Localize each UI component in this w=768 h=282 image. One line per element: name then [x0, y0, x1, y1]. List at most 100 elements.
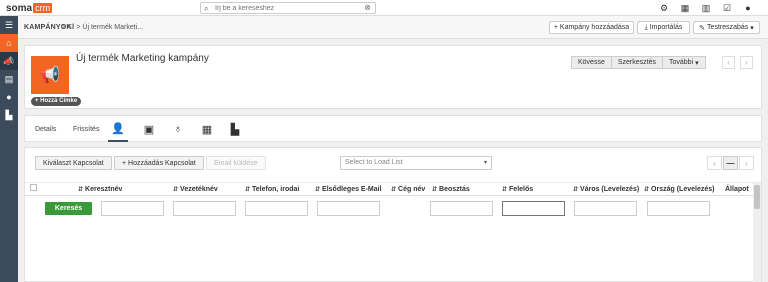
campaign-record-icon: 📢: [31, 56, 69, 94]
tab-opportunities[interactable]: ♁: [168, 116, 188, 142]
edit-button[interactable]: Szerkesztés: [610, 56, 663, 69]
wrench-icon: ✎: [699, 24, 706, 32]
top-icons: ⚙ ▦ ▥ ☑ ●: [658, 2, 754, 14]
chevron-left-icon: ‹: [713, 158, 716, 168]
sidebar-item-companies[interactable]: ▙: [0, 106, 18, 124]
page-prev-button[interactable]: ‹: [707, 156, 722, 170]
column-header[interactable]: ⇵ Telefon, irodai: [245, 186, 299, 193]
chevron-down-icon: ▾: [750, 24, 754, 32]
page-title: Új termék Marketing kampány: [76, 53, 209, 64]
filter-title[interactable]: [430, 201, 493, 216]
calendar-icon[interactable]: ▦: [679, 2, 691, 14]
follow-button[interactable]: Kövesse: [571, 56, 612, 69]
page-next-button[interactable]: ›: [739, 156, 754, 170]
filter-city[interactable]: [574, 201, 637, 216]
money-bag-icon: ♁: [173, 123, 183, 135]
column-header[interactable]: ⇵ Elsődleges E-Mail: [315, 186, 382, 193]
app-logo[interactable]: soma crm: [6, 2, 53, 14]
column-header[interactable]: ⇵ Felelős: [502, 186, 533, 193]
customize-label: Testreszabás: [707, 24, 749, 31]
next-record-button[interactable]: ›: [740, 56, 753, 69]
column-header[interactable]: Állapot: [725, 186, 749, 193]
add-campaign-button[interactable]: + Kampány hozzáadása: [549, 21, 634, 34]
plus-icon: +: [122, 159, 127, 167]
select-relation-button[interactable]: Kiválaszt Kapcsolat: [35, 156, 112, 170]
filter-country[interactable]: [647, 201, 710, 216]
tab-contacts[interactable]: 👤: [108, 116, 128, 142]
sort-icon: ⇵: [573, 187, 579, 193]
calendar-icon: ▦: [201, 123, 213, 136]
more-button[interactable]: További ▾: [661, 56, 706, 69]
sort-icon: ⇵: [173, 187, 179, 193]
breadcrumb[interactable]: > All > Új termék Marketi...: [61, 24, 143, 31]
top-bar: soma crm ⌕ ⊗ ⚙ ▦ ▥ ☑ ●: [0, 0, 768, 16]
column-header[interactable]: ⇵ Ország (Levelezés): [644, 186, 714, 193]
person-icon: ●: [6, 92, 12, 102]
checkbox-icon[interactable]: ☑: [721, 2, 733, 14]
gear-icon[interactable]: ⚙: [658, 2, 670, 14]
sort-icon: ⇵: [78, 187, 84, 193]
user-icon[interactable]: ●: [742, 2, 754, 14]
add-relation-button[interactable]: + Hozzáadás Kapcsolat: [114, 156, 204, 170]
prev-record-button[interactable]: ‹: [722, 56, 735, 69]
tab-companies[interactable]: ▙: [225, 116, 245, 142]
sort-icon: ⇵: [391, 187, 397, 193]
sidebar-item-campaigns[interactable]: 📣: [0, 52, 18, 70]
column-header[interactable]: ⇵ Vezetéknév: [173, 186, 218, 193]
menu-icon[interactable]: ☰: [0, 16, 18, 34]
import-button[interactable]: ⤓ Importálás: [637, 21, 690, 34]
sort-icon: ⇵: [315, 187, 321, 193]
breadcrumb-bar: KAMPÁNYOK > All > Új termék Marketi... +…: [18, 16, 768, 39]
sidebar-item-home[interactable]: ⌂: [0, 34, 18, 52]
filter-last-name[interactable]: [173, 201, 236, 216]
contacts-icon: ▤: [4, 73, 14, 84]
sidebar-item-people[interactable]: ●: [0, 88, 18, 106]
chevron-down-icon: ▾: [695, 59, 699, 67]
scrollbar-thumb[interactable]: [754, 185, 760, 209]
chevron-left-icon: ‹: [727, 58, 730, 67]
plus-icon: +: [553, 24, 558, 31]
table-header: ⇵ Keresztnév ⇵ Vezetéknév ⇵ Telefon, irodai…: [25, 182, 753, 196]
filter-phone[interactable]: [245, 201, 308, 216]
search-button[interactable]: Keresés: [45, 202, 92, 215]
building-icon: ▙: [5, 109, 13, 120]
global-search: ⌕ ⊗: [200, 2, 376, 14]
search-input[interactable]: [215, 3, 360, 13]
megaphone-icon: 📢: [40, 67, 60, 84]
related-contacts-panel: Kiválaszt Kapcsolat + Hozzáadás Kapcsola…: [24, 147, 762, 282]
column-header[interactable]: ⇵ Beosztás: [432, 186, 470, 193]
bar-chart-icon[interactable]: ▥: [700, 2, 712, 14]
filter-email[interactable]: [317, 201, 380, 216]
chevron-down-icon: ▾: [483, 160, 487, 166]
tab-calendar[interactable]: ▦: [197, 116, 217, 142]
table-scrollbar[interactable]: [753, 182, 761, 282]
more-label: További: [668, 59, 694, 66]
load-list-select[interactable]: Select to Load List ▾: [340, 156, 492, 170]
logo-text-primary: soma: [6, 2, 33, 14]
add-campaign-label: Kampány hozzáadása: [559, 24, 630, 31]
column-header[interactable]: ⇵ Város (Levelezés): [573, 186, 639, 193]
sort-icon: ⇵: [502, 187, 508, 193]
contact-card-icon: ▣: [143, 123, 155, 136]
select-all-checkbox[interactable]: [30, 184, 37, 191]
column-header[interactable]: ⇵ Keresztnév: [78, 186, 122, 193]
megaphone-icon: 📣: [3, 55, 15, 66]
customize-button[interactable]: ✎ Testreszabás ▾: [693, 21, 760, 34]
record-action-group: Kövesse Szerkesztés További ▾: [571, 56, 706, 69]
filter-owner[interactable]: [502, 201, 565, 216]
add-tag-button[interactable]: + Hozzá Címke: [31, 97, 82, 106]
clear-search-icon[interactable]: ⊗: [364, 3, 371, 12]
tab-details[interactable]: Details: [35, 116, 56, 142]
tab-accounts[interactable]: ▣: [139, 116, 159, 142]
download-icon: ⤓: [644, 23, 648, 31]
sort-icon: ⇵: [432, 187, 438, 193]
column-header[interactable]: ⇵ Cég név: [391, 186, 425, 193]
filter-first-name[interactable]: [101, 201, 164, 216]
page-collapse-button[interactable]: —: [723, 156, 738, 170]
search-icon: ⌕: [204, 4, 209, 13]
tab-updates[interactable]: Frissítés: [73, 116, 99, 142]
send-email-button[interactable]: Email küldése: [206, 156, 266, 170]
sort-icon: ⇵: [245, 187, 251, 193]
sidebar-item-contacts[interactable]: ▤: [0, 70, 18, 88]
load-list-value: Select to Load List: [345, 159, 403, 166]
